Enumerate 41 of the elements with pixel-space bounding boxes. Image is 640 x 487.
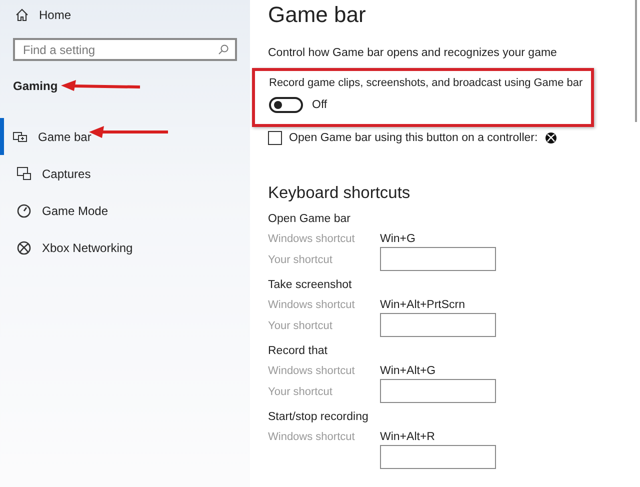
search-field[interactable]: Find a setting xyxy=(13,38,237,61)
shortcut-value: Win+Alt+R xyxy=(380,430,435,442)
shortcut-value: Win+Alt+G xyxy=(380,364,436,376)
shortcut-name: Take screenshot xyxy=(268,279,353,293)
nav-item[interactable]: Captures xyxy=(0,155,250,192)
description-text: Control how Game bar opens and recognizes your game xyxy=(268,47,558,59)
shortcut-value: Win+G xyxy=(380,232,416,244)
shortcut-input[interactable] xyxy=(380,379,496,403)
section-heading: Keyboard shortcuts xyxy=(268,184,412,204)
screen-capture-icon xyxy=(17,167,31,180)
search-icon xyxy=(218,44,229,55)
checkbox[interactable] xyxy=(268,131,282,145)
shortcut-input[interactable] xyxy=(380,313,496,337)
shortcut-label: Windows shortcut xyxy=(268,364,356,376)
nav-item[interactable]: Game Mode xyxy=(0,192,250,229)
shortcut-value: Win+Alt+PrtScrn xyxy=(380,298,465,310)
toggle-switch[interactable] xyxy=(269,97,303,113)
section-heading: Gaming xyxy=(13,79,58,93)
home-link[interactable]: Home xyxy=(39,8,72,22)
xbox-icon xyxy=(544,132,557,144)
checkbox-label: Open Game bar using this button on a controller: xyxy=(289,132,538,144)
setting-label: Record game clips, screenshots, and broadcast using Game bar xyxy=(269,76,583,90)
nav-item[interactable]: Xbox Networking xyxy=(0,229,250,266)
shortcut-name: Start/stop recording xyxy=(268,411,370,425)
shortcut-label: Windows shortcut xyxy=(268,298,356,310)
shortcut-label: Your shortcut xyxy=(268,386,334,398)
toggle-state: Off xyxy=(312,99,328,111)
page-title: Game bar xyxy=(268,2,367,29)
monitor-icon xyxy=(13,130,27,143)
shortcut-name: Record that xyxy=(268,345,328,359)
shortcut-label: Windows shortcut xyxy=(268,232,356,244)
xbox-icon xyxy=(17,240,31,254)
gauge-icon xyxy=(17,204,31,218)
shortcut-name: Open Game bar xyxy=(268,213,352,227)
shortcut-input[interactable] xyxy=(380,445,496,469)
scrollbar[interactable] xyxy=(635,0,637,122)
shortcut-input[interactable] xyxy=(380,247,496,271)
shortcut-label: Your shortcut xyxy=(268,320,334,332)
home-icon xyxy=(15,8,29,22)
shortcut-label: Your shortcut xyxy=(268,254,334,266)
shortcut-label: Windows shortcut xyxy=(268,430,356,442)
